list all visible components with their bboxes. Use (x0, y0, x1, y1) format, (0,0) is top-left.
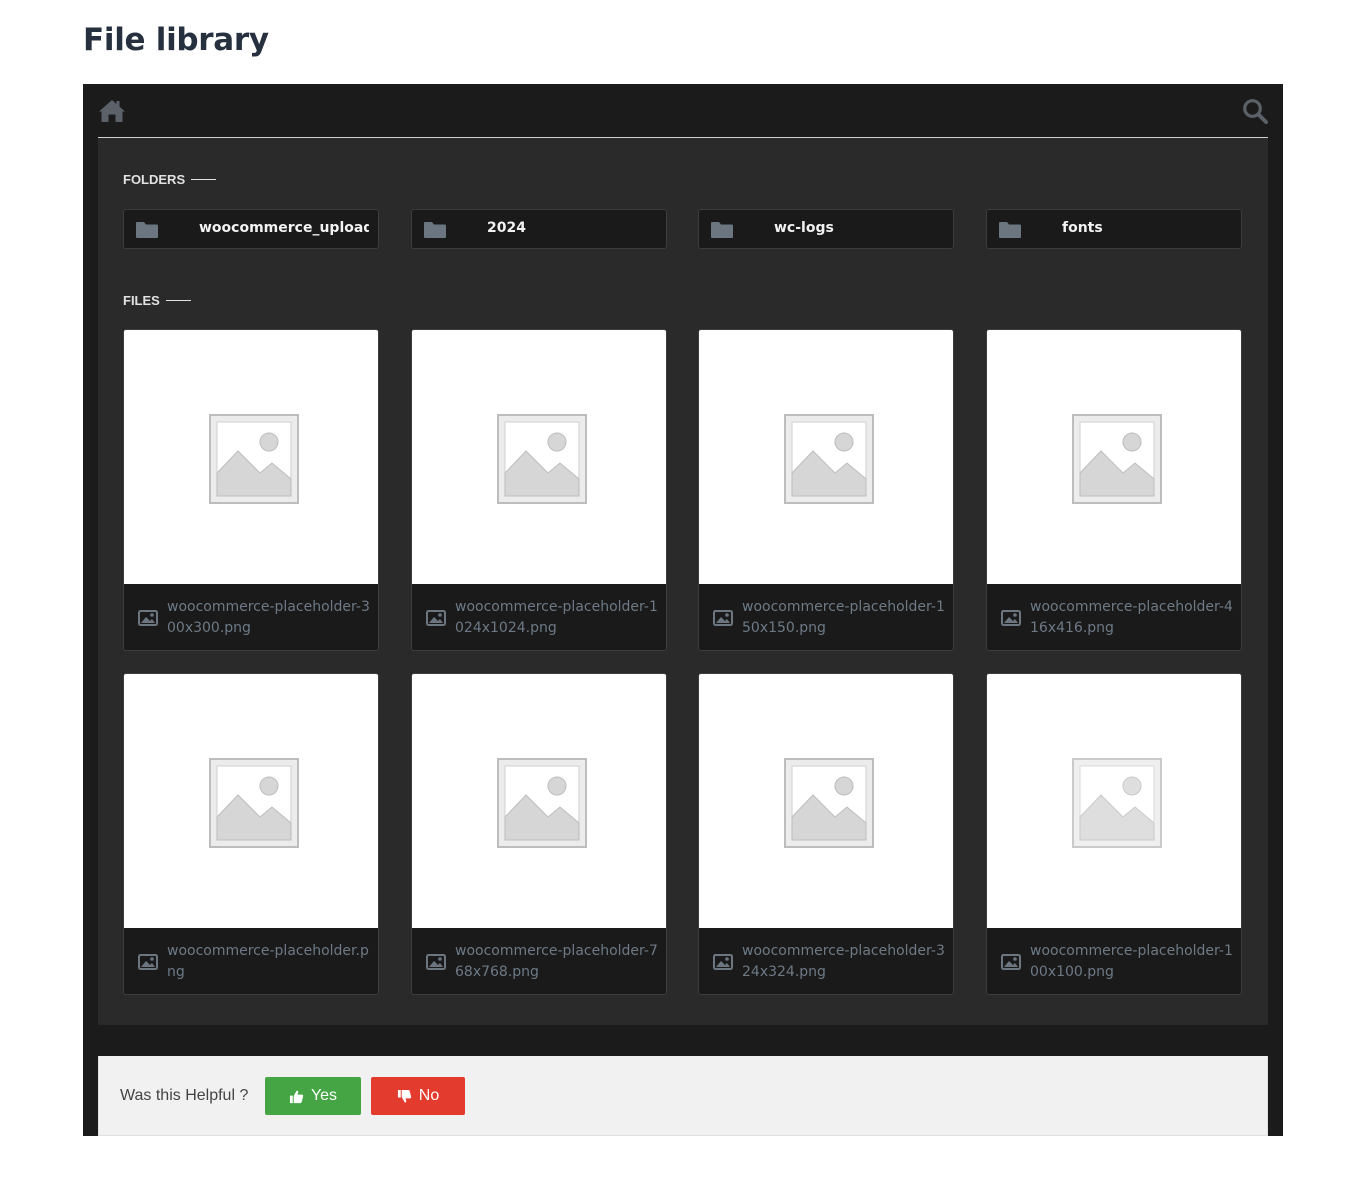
file-card[interactable]: woocommerce-placeholder-324x324.png (698, 673, 954, 995)
file-name: woocommerce-placeholder.png (167, 943, 369, 980)
image-file-icon (138, 610, 158, 626)
files-section-label: FILES (123, 293, 191, 308)
file-name: woocommerce-placeholder-768x768.png (455, 943, 658, 980)
folder-icon (424, 222, 446, 238)
file-thumbnail (412, 330, 666, 584)
image-file-icon (713, 954, 733, 970)
file-thumbnail (699, 330, 953, 584)
page-title: File library (83, 22, 269, 58)
no-button[interactable]: No (371, 1077, 465, 1115)
image-placeholder-icon (497, 758, 587, 848)
file-name: woocommerce-placeholder-416x416.png (1030, 599, 1233, 636)
file-thumbnail (987, 674, 1241, 928)
feedback-bar: Was this Helpful ? Yes No (98, 1056, 1268, 1136)
image-file-icon (713, 610, 733, 626)
image-placeholder-icon (784, 758, 874, 848)
file-name: woocommerce-placeholder-1024x1024.png (455, 599, 658, 636)
file-thumbnail (412, 674, 666, 928)
image-file-icon (426, 610, 446, 626)
folder-wc-logs[interactable]: wc-logs (698, 209, 954, 249)
thumbs-up-icon (289, 1090, 304, 1103)
file-card[interactable]: woocommerce-placeholder-300x300.png (123, 329, 379, 651)
image-placeholder-icon (209, 758, 299, 848)
folder-icon (136, 222, 158, 238)
image-placeholder-icon (209, 414, 299, 504)
image-placeholder-icon (784, 414, 874, 504)
file-card[interactable]: woocommerce-placeholder-100x100.png (986, 673, 1242, 995)
file-card[interactable]: woocommerce-placeholder-150x150.png (698, 329, 954, 651)
file-name: woocommerce-placeholder-324x324.png (742, 943, 945, 980)
file-name: woocommerce-placeholder-100x100.png (1030, 943, 1233, 980)
image-placeholder-icon (497, 414, 587, 504)
file-name: woocommerce-placeholder-300x300.png (167, 599, 370, 636)
image-placeholder-icon (1072, 414, 1162, 504)
library-content: FOLDERS woocommerce_uploads 2024 wc-logs… (98, 138, 1268, 1025)
file-thumbnail (124, 674, 378, 928)
file-card[interactable]: woocommerce-placeholder.png (123, 673, 379, 995)
folder-name: wc-logs (774, 220, 834, 236)
file-thumbnail (987, 330, 1241, 584)
folder-icon (999, 222, 1021, 238)
folder-2024[interactable]: 2024 (411, 209, 667, 249)
file-card[interactable]: woocommerce-placeholder-416x416.png (986, 329, 1242, 651)
folder-name: fonts (1062, 220, 1103, 236)
folders-section-label: FOLDERS (123, 172, 217, 187)
file-card[interactable]: woocommerce-placeholder-768x768.png (411, 673, 667, 995)
feedback-question: Was this Helpful ? (120, 1087, 249, 1104)
file-card[interactable]: woocommerce-placeholder-1024x1024.png (411, 329, 667, 651)
search-icon[interactable] (1242, 98, 1268, 124)
no-label: No (418, 1087, 440, 1104)
image-file-icon (1001, 954, 1021, 970)
home-icon[interactable] (98, 99, 126, 123)
folder-name: woocommerce_uploads (199, 220, 369, 236)
image-file-icon (1001, 610, 1021, 626)
folder-name: 2024 (487, 220, 526, 236)
library-toolbar (98, 84, 1268, 138)
folder-icon (711, 222, 733, 238)
image-placeholder-icon (1072, 758, 1162, 848)
image-file-icon (138, 954, 158, 970)
file-thumbnail (699, 674, 953, 928)
thumbs-down-icon (397, 1089, 411, 1102)
yes-label: Yes (310, 1087, 338, 1104)
file-library-panel: FOLDERS woocommerce_uploads 2024 wc-logs… (83, 84, 1283, 1136)
folder-woocommerce-uploads[interactable]: woocommerce_uploads (123, 209, 379, 249)
file-name: woocommerce-placeholder-150x150.png (742, 599, 945, 636)
folder-fonts[interactable]: fonts (986, 209, 1242, 249)
image-file-icon (426, 954, 446, 970)
file-thumbnail (124, 330, 378, 584)
yes-button[interactable]: Yes (265, 1077, 361, 1115)
